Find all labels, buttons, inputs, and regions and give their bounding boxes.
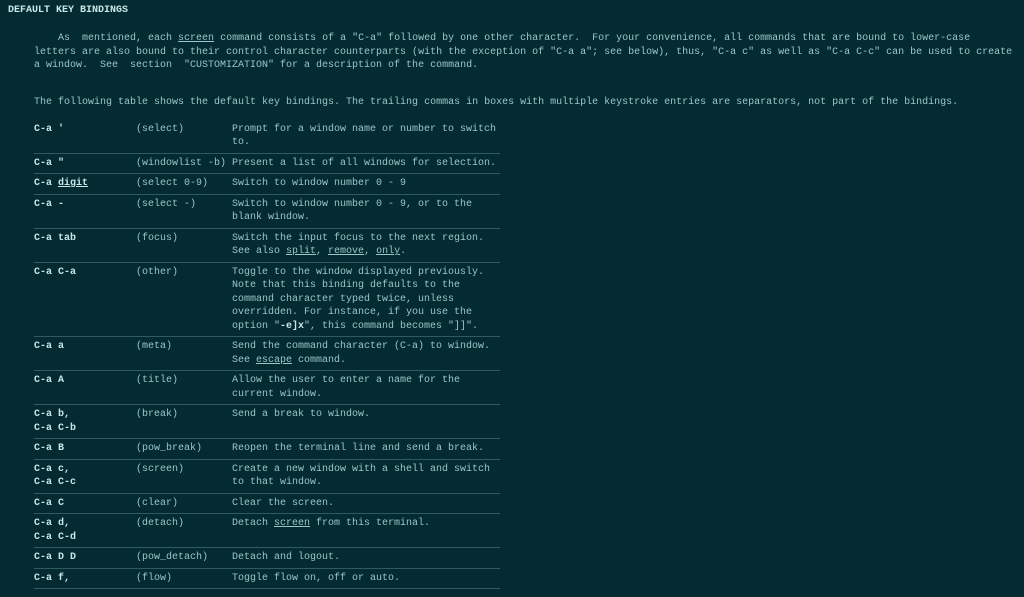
keybinding-command: (select): [136, 120, 232, 154]
table-row: C-a -(select -)Switch to window number 0…: [34, 194, 500, 228]
table-row: C-a digit(select 0-9)Switch to window nu…: [34, 174, 500, 195]
keybinding-description: Clear the screen.: [232, 493, 500, 514]
keybinding-description: Present a list of all windows for select…: [232, 153, 500, 174]
keybinding-command: (focus): [136, 228, 232, 262]
keybinding-keys: C-a D D: [34, 548, 136, 569]
table-row: C-a A(title)Allow the user to enter a na…: [34, 371, 500, 405]
manpage-content: DEFAULT KEY BINDINGS As mentioned, each …: [0, 0, 1024, 597]
keybinding-keys: C-a -: [34, 194, 136, 228]
keybinding-keys: C-a ": [34, 153, 136, 174]
keybinding-keys: C-a f,: [34, 568, 136, 589]
keybinding-command: (break): [136, 405, 232, 439]
keybinding-command: (windowlist -b): [136, 153, 232, 174]
table-row: C-a tab(focus)Switch the input focus to …: [34, 228, 500, 262]
keybinding-command: (meta): [136, 337, 232, 371]
keybinding-command: (select 0-9): [136, 174, 232, 195]
keybinding-description: Switch to window number 0 - 9: [232, 174, 500, 195]
keybinding-command: (pow_detach): [136, 548, 232, 569]
keybinding-description: Switch to window number 0 - 9, or to the…: [232, 194, 500, 228]
keybinding-description: Create a new window with a shell and swi…: [232, 459, 500, 493]
keybinding-command: (other): [136, 262, 232, 337]
section-heading: DEFAULT KEY BINDINGS: [8, 4, 1016, 18]
keybinding-description: Detach screen from this terminal.: [232, 514, 500, 548]
table-row: C-a D D(pow_detach)Detach and logout.: [34, 548, 500, 569]
keybinding-command: (screen): [136, 459, 232, 493]
table-caption: The following table shows the default ke…: [34, 96, 1016, 110]
table-row: C-a d, C-a C-d(detach)Detach screen from…: [34, 514, 500, 548]
table-row: C-a c, C-a C-c(screen)Create a new windo…: [34, 459, 500, 493]
keybinding-keys: C-a b, C-a C-b: [34, 405, 136, 439]
keybinding-command: (detach): [136, 514, 232, 548]
table-row: C-a a(meta)Send the command character (C…: [34, 337, 500, 371]
keybinding-keys: C-a a: [34, 337, 136, 371]
keybinding-command: (flow): [136, 568, 232, 589]
keybinding-keys: C-a digit: [34, 174, 136, 195]
table-row: C-a C-a(other)Toggle to the window displ…: [34, 262, 500, 337]
keybinding-description: Send a break to window.: [232, 405, 500, 439]
keybinding-command: (title): [136, 371, 232, 405]
keybinding-command: (clear): [136, 493, 232, 514]
keybinding-keys: C-a ': [34, 120, 136, 154]
keybinding-command: (pow_break): [136, 439, 232, 460]
keybinding-description: Send the command character (C-a) to wind…: [232, 337, 500, 371]
table-row: C-a B(pow_break)Reopen the terminal line…: [34, 439, 500, 460]
keybinding-keys: C-a c, C-a C-c: [34, 459, 136, 493]
keybinding-description: Switch the input focus to the next regio…: [232, 228, 500, 262]
keybinding-description: Reopen the terminal line and send a brea…: [232, 439, 500, 460]
keybinding-description: Allow the user to enter a name for the c…: [232, 371, 500, 405]
keybinding-command: (select -): [136, 194, 232, 228]
intro-text-a: As mentioned, each: [58, 33, 178, 44]
table-row: C-a "(windowlist -b)Present a list of al…: [34, 153, 500, 174]
screen-link[interactable]: screen: [178, 33, 214, 44]
intro-paragraph: As mentioned, each screen command consis…: [34, 19, 1016, 87]
keybinding-keys: C-a d, C-a C-d: [34, 514, 136, 548]
keybinding-description: Toggle flow on, off or auto.: [232, 568, 500, 589]
table-row: C-a b, C-a C-b(break)Send a break to win…: [34, 405, 500, 439]
table-row: C-a '(select)Prompt for a window name or…: [34, 120, 500, 154]
keybinding-description: Prompt for a window name or number to sw…: [232, 120, 500, 154]
keybinding-description: Toggle to the window displayed previousl…: [232, 262, 500, 337]
keybinding-keys: C-a C: [34, 493, 136, 514]
keybinding-keys: C-a A: [34, 371, 136, 405]
keybinding-keys: C-a tab: [34, 228, 136, 262]
keybinding-keys: C-a C-a: [34, 262, 136, 337]
table-row: C-a f,(flow)Toggle flow on, off or auto.: [34, 568, 500, 589]
table-row: C-a C(clear)Clear the screen.: [34, 493, 500, 514]
keybinding-description: Detach and logout.: [232, 548, 500, 569]
keybindings-table: C-a '(select)Prompt for a window name or…: [34, 120, 500, 590]
keybinding-keys: C-a B: [34, 439, 136, 460]
